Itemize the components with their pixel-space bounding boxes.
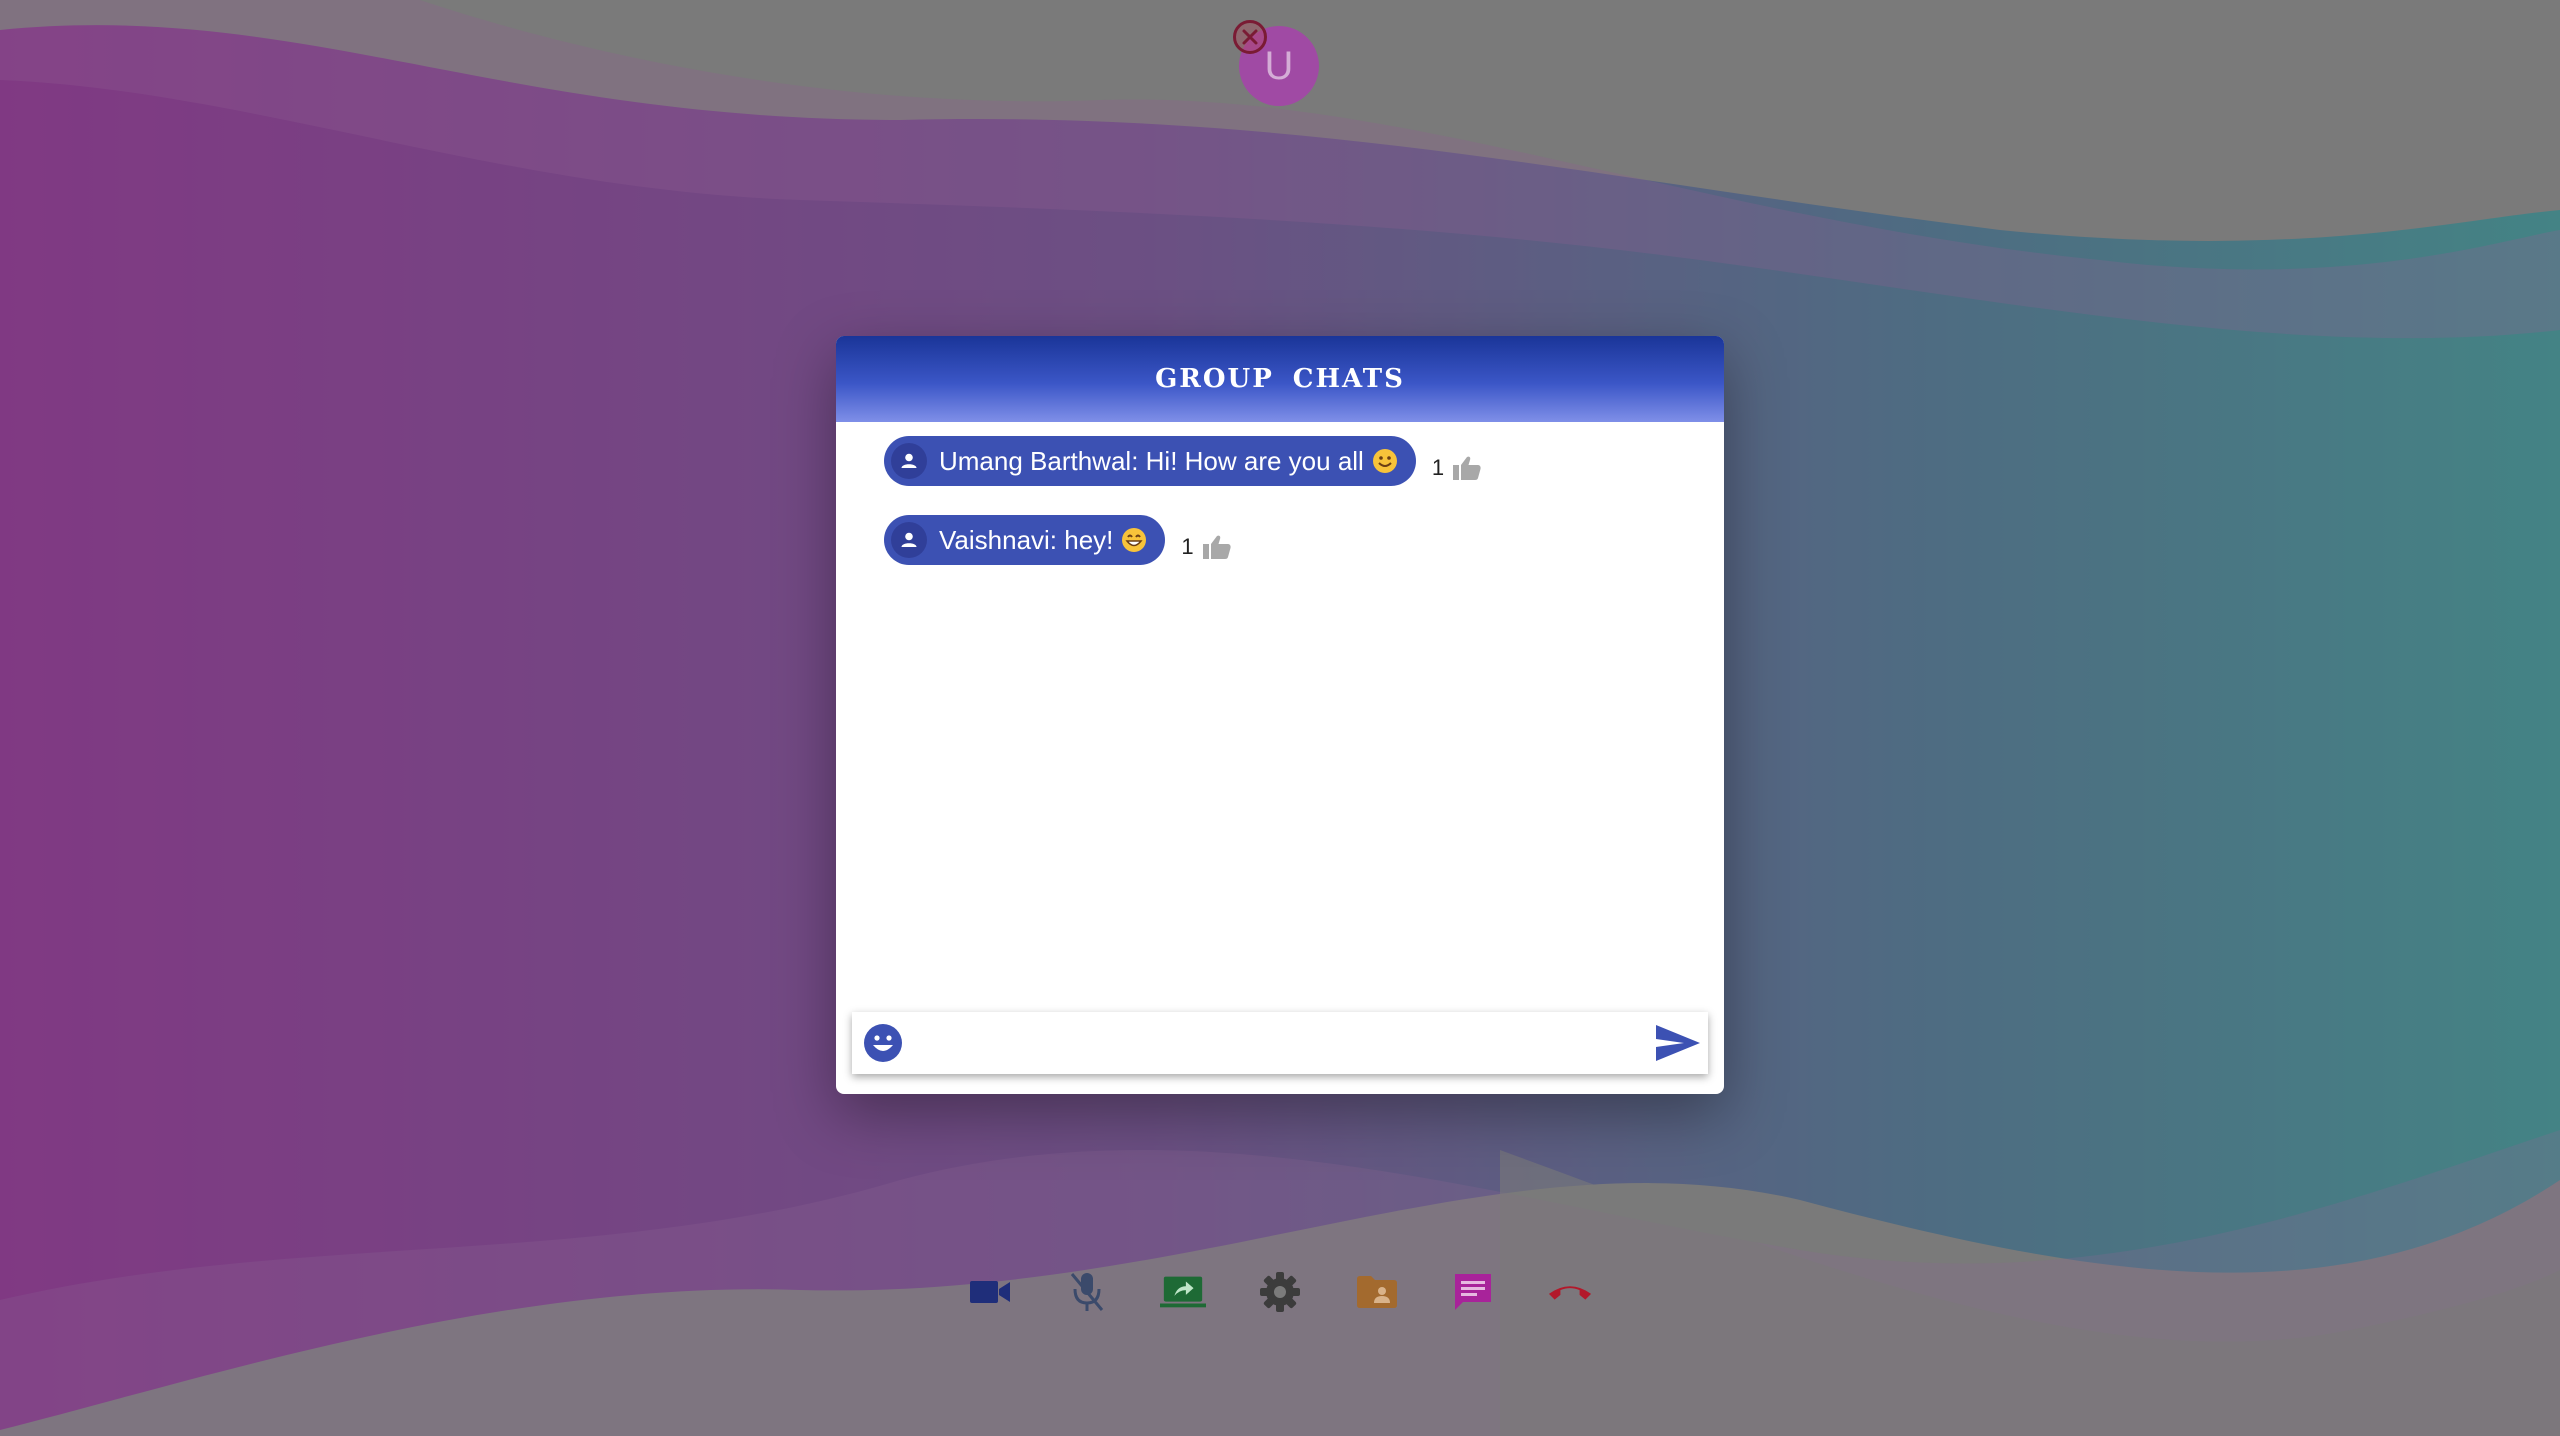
end-call-button[interactable] — [1547, 1269, 1593, 1315]
message-composer — [852, 1012, 1708, 1074]
chat-title: GROUP CHATS — [1155, 364, 1405, 394]
message-bubble: Umang Barthwal: Hi! How are you all — [884, 436, 1416, 486]
screen-share-icon — [1160, 1276, 1207, 1308]
close-icon[interactable] — [1233, 20, 1267, 54]
smiling-face-icon — [1372, 449, 1397, 473]
message-bubble: Vaishnavi: hey! — [884, 515, 1166, 565]
shared-folder-icon — [1356, 1276, 1397, 1308]
chat-icon — [1455, 1274, 1492, 1310]
mic-off-icon — [1070, 1273, 1103, 1311]
group-chat-dialog: GROUP CHATS Umang Barthwal: Hi! How are … — [836, 336, 1724, 1094]
like-count: 1 — [1181, 534, 1194, 559]
hang-up-icon — [1548, 1286, 1592, 1300]
person-icon — [891, 522, 927, 558]
message-text: Vaishnavi: hey! — [939, 524, 1114, 555]
video-camera-icon — [970, 1281, 1010, 1303]
person-icon — [891, 443, 927, 479]
screen-share-button[interactable] — [1160, 1269, 1207, 1315]
message-row: Umang Barthwal: Hi! How are you all 1 — [884, 436, 1724, 486]
call-toolbar — [967, 1269, 1593, 1315]
message-text: Umang Barthwal: Hi! How are you all — [939, 445, 1364, 476]
emoji-picker-icon[interactable] — [862, 1022, 904, 1064]
settings-button[interactable] — [1257, 1269, 1303, 1315]
chat-header: GROUP CHATS — [836, 336, 1724, 422]
gear-icon — [1259, 1272, 1300, 1312]
thumbs-up-icon[interactable] — [1202, 534, 1232, 560]
send-icon[interactable] — [1654, 1022, 1702, 1064]
thumbs-up-icon[interactable] — [1452, 455, 1482, 481]
message-row: Vaishnavi: hey! 1 — [884, 515, 1724, 565]
message-list: Umang Barthwal: Hi! How are you all 1 Va… — [836, 422, 1724, 565]
video-camera-button[interactable] — [967, 1269, 1013, 1315]
chat-button[interactable] — [1450, 1269, 1496, 1315]
participant-initial: U — [1264, 43, 1294, 88]
mute-button[interactable] — [1064, 1269, 1110, 1315]
participants-button[interactable] — [1354, 1269, 1400, 1315]
grinning-face-icon — [1122, 528, 1147, 552]
like-count: 1 — [1431, 455, 1445, 480]
message-input[interactable] — [904, 1012, 1654, 1074]
